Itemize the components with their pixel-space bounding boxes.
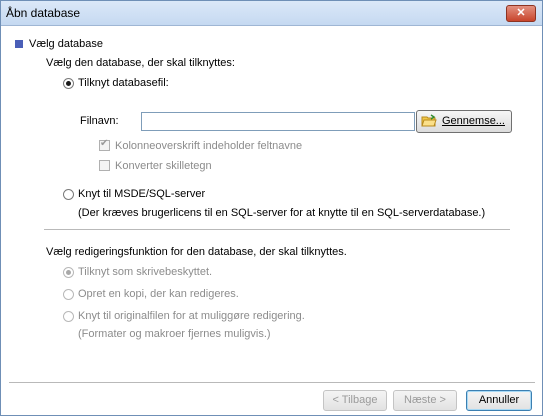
back-button[interactable]: < Tilbage (323, 390, 387, 411)
section-divider (44, 229, 510, 230)
close-icon: ✕ (516, 7, 526, 19)
filename-label: Filnavn: (80, 115, 119, 127)
browse-button[interactable]: Gennemse... (416, 110, 512, 133)
radio-sql-server[interactable] (63, 189, 74, 200)
choose-database-prompt: Vælg den database, der skal tilknyttes: (46, 57, 235, 69)
radio-editable-copy-label: Opret en kopi, der kan redigeres. (78, 288, 239, 300)
checkbox-column-header-label: Kolonneoverskrift indeholder feltnavne (115, 140, 303, 152)
dialog-window: Åbn database ✕ Vælg database Vælg den da… (0, 0, 543, 416)
radio-attach-file[interactable] (63, 78, 74, 89)
section-heading: Vælg database (29, 38, 103, 50)
cancel-button[interactable]: Annuller (466, 390, 532, 411)
radio-read-only[interactable] (63, 267, 74, 278)
macro-removal-note: (Formater og makroer fjernes muligvis.) (78, 328, 271, 340)
radio-link-original-label: Knyt til originalfilen for at muliggøre … (78, 310, 305, 322)
footer-divider (9, 382, 535, 383)
browse-button-label: Gennemse... (442, 115, 505, 127)
radio-read-only-label: Tilknyt som skrivebeskyttet. (78, 266, 213, 278)
radio-editable-copy[interactable] (63, 289, 74, 300)
radio-link-original[interactable] (63, 311, 74, 322)
checkbox-convert-separator-label: Konverter skilletegn (115, 160, 212, 172)
title-bar[interactable]: Åbn database ✕ (1, 1, 542, 26)
window-title: Åbn database (6, 6, 81, 20)
sql-license-note: (Der kræves brugerlicens til en SQL-serv… (78, 207, 486, 219)
checkbox-convert-separator[interactable] (99, 160, 110, 171)
edit-mode-prompt: Vælg redigeringsfunktion for den databas… (46, 246, 347, 258)
radio-attach-file-label[interactable]: Tilknyt databasefil: (78, 77, 169, 89)
close-button[interactable]: ✕ (506, 5, 536, 22)
filename-input[interactable] (141, 112, 415, 131)
open-folder-icon (421, 114, 437, 127)
checkbox-column-header[interactable] (99, 138, 110, 151)
radio-sql-server-label[interactable]: Knyt til MSDE/SQL-server (78, 188, 205, 200)
section-marker-icon (15, 40, 23, 48)
next-button[interactable]: Næste > (393, 390, 457, 411)
